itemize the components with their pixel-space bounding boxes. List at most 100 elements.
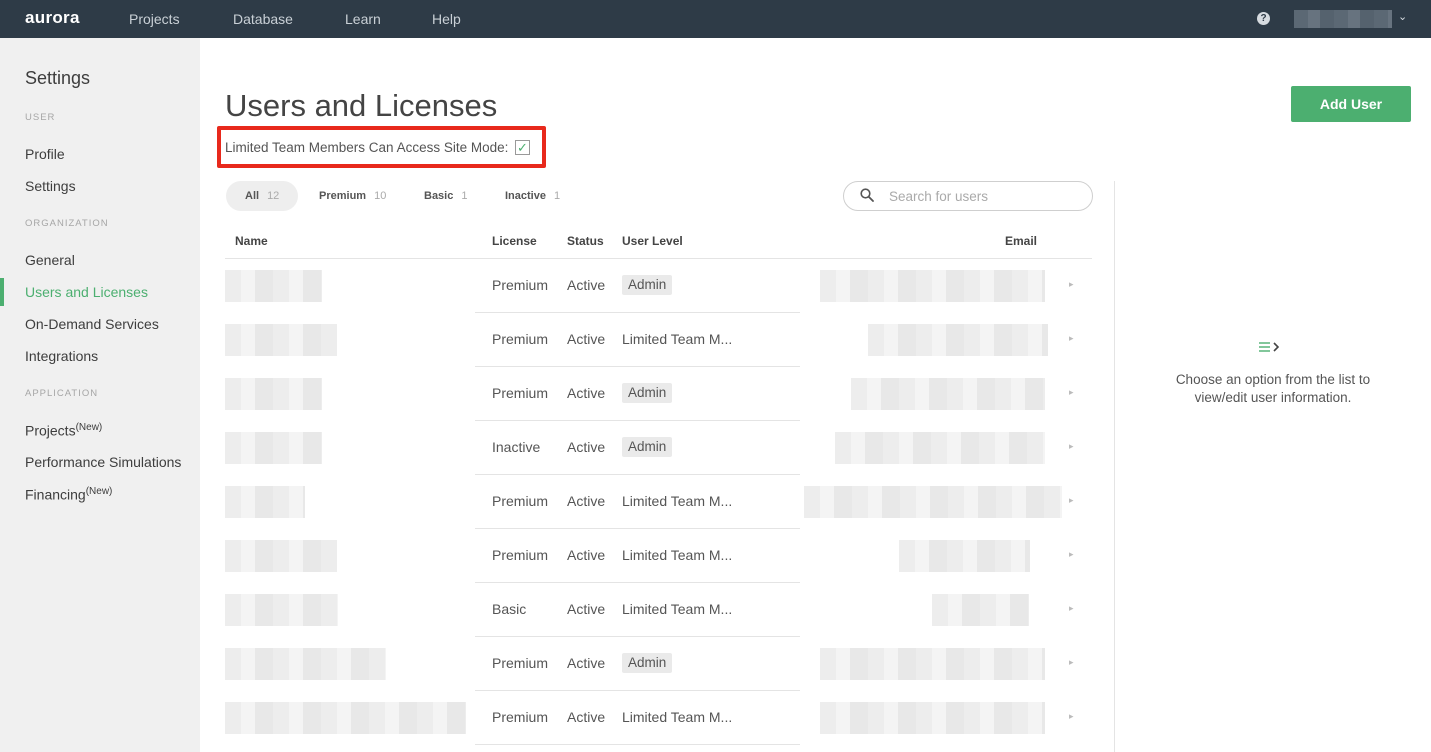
- row-divider: [475, 366, 800, 367]
- license-cell: Premium: [492, 277, 549, 293]
- row-chevron-icon: ▸: [1069, 603, 1074, 613]
- email-redacted: [804, 486, 1062, 518]
- page-title: Users and Licenses: [225, 88, 498, 123]
- column-header-email[interactable]: Email: [1005, 234, 1037, 248]
- column-header-license[interactable]: License: [492, 234, 537, 248]
- table-header-divider: [225, 258, 1092, 259]
- sidebar-item-projects-label: Projects: [25, 422, 76, 439]
- user-level-cell: Limited Team M...: [622, 493, 733, 509]
- user-level-cell: Limited Team M...: [622, 709, 733, 725]
- license-cell: Premium: [492, 547, 549, 563]
- row-chevron-icon: ▸: [1069, 711, 1074, 721]
- row-chevron-icon: ▸: [1069, 279, 1074, 289]
- sidebar-item-general[interactable]: General: [25, 252, 75, 268]
- filter-tab-all[interactable]: All 12: [226, 181, 299, 211]
- filter-tab-premium[interactable]: Premium 10: [300, 181, 405, 211]
- status-cell: Active: [567, 655, 606, 671]
- filter-tab-basic[interactable]: Basic 1: [405, 181, 486, 211]
- license-cell: Premium: [492, 385, 549, 401]
- row-chevron-icon: ▸: [1069, 387, 1074, 397]
- user-name-redacted: [225, 486, 305, 518]
- row-divider: [475, 690, 800, 691]
- row-divider: [475, 582, 800, 583]
- sidebar-section-application: APPLICATION: [25, 388, 99, 399]
- sidebar-item-settings[interactable]: Settings: [25, 178, 76, 194]
- user-level-badge: Admin: [622, 275, 673, 295]
- sidebar-item-on-demand-services[interactable]: On-Demand Services: [25, 316, 159, 332]
- column-header-name[interactable]: Name: [235, 234, 268, 248]
- row-chevron-icon: ▸: [1069, 657, 1074, 667]
- user-name-redacted: [225, 324, 337, 356]
- license-cell: Premium: [492, 331, 549, 347]
- nav-learn[interactable]: Learn: [345, 11, 381, 27]
- row-divider: [475, 474, 800, 475]
- filter-tab-label: All: [245, 190, 260, 202]
- sidebar-section-user: USER: [25, 112, 56, 123]
- search-input[interactable]: [889, 187, 1079, 205]
- sidebar-item-profile[interactable]: Profile: [25, 146, 65, 162]
- filter-tab-label: Inactive: [505, 190, 546, 202]
- nav-projects[interactable]: Projects: [129, 11, 180, 27]
- sidebar-item-users-licenses[interactable]: Users and Licenses: [25, 284, 148, 300]
- user-name-redacted: [225, 702, 466, 734]
- column-header-user-level[interactable]: User Level: [622, 234, 683, 248]
- license-cell: Premium: [492, 493, 549, 509]
- sidebar-item-performance-simulations[interactable]: Performance Simulations: [25, 454, 181, 470]
- user-level-cell: Limited Team M...: [622, 331, 733, 347]
- right-panel-divider: [1114, 181, 1115, 752]
- email-redacted: [899, 540, 1030, 572]
- user-level-badge: Admin: [622, 383, 673, 403]
- nav-database[interactable]: Database: [233, 11, 293, 27]
- add-user-button[interactable]: Add User: [1291, 86, 1411, 122]
- site-mode-label: Limited Team Members Can Access Site Mod…: [225, 140, 509, 155]
- checkmark-icon: ✓: [517, 140, 528, 155]
- search-icon: [860, 188, 874, 202]
- aurora-logo[interactable]: aurora: [25, 8, 80, 28]
- filter-tab-count: 1: [553, 190, 561, 202]
- row-divider: [475, 636, 800, 637]
- new-tag: (New): [75, 422, 103, 433]
- license-cell: Premium: [492, 709, 549, 725]
- status-cell: Active: [567, 709, 606, 725]
- nav-help[interactable]: Help: [432, 11, 461, 27]
- status-cell: Active: [567, 439, 606, 455]
- sidebar-item-projects[interactable]: Projects(New): [25, 422, 102, 439]
- user-name-redacted: [225, 378, 322, 410]
- search-box[interactable]: [843, 181, 1093, 211]
- row-divider: [475, 528, 800, 529]
- user-level-badge: Admin: [622, 437, 673, 457]
- row-chevron-icon: ▸: [1069, 441, 1074, 451]
- email-redacted: [851, 378, 1045, 410]
- email-redacted: [835, 432, 1045, 464]
- user-level-cell: Limited Team M...: [622, 547, 733, 563]
- sidebar-section-organization: ORGANIZATION: [25, 218, 109, 229]
- sidebar-item-integrations[interactable]: Integrations: [25, 348, 98, 364]
- filter-tab-count: 1: [461, 190, 468, 202]
- user-level-badge: Admin: [622, 653, 673, 673]
- sidebar-item-financing[interactable]: Financing(New): [25, 486, 112, 503]
- license-cell: Basic: [492, 601, 527, 617]
- filter-tab-label: Basic: [424, 190, 454, 202]
- email-redacted: [868, 324, 1048, 356]
- filter-tab-inactive[interactable]: Inactive 1: [486, 181, 579, 211]
- user-name-redacted: [225, 270, 322, 302]
- row-chevron-icon: ▸: [1069, 495, 1074, 505]
- new-tag: (New): [85, 486, 113, 497]
- row-divider: [475, 312, 800, 313]
- question-circle-icon[interactable]: ?: [1257, 12, 1270, 25]
- email-redacted: [820, 648, 1045, 680]
- sidebar-item-financing-label: Financing: [25, 486, 86, 503]
- filter-tab-label: Premium: [319, 190, 367, 202]
- chevron-down-icon[interactable]: ⌄: [1398, 10, 1407, 23]
- status-cell: Active: [567, 385, 606, 401]
- row-chevron-icon: ▸: [1069, 333, 1074, 343]
- user-menu-name[interactable]: [1294, 10, 1392, 28]
- sidebar-active-indicator: [0, 278, 4, 306]
- sidebar-title: Settings: [25, 68, 91, 88]
- row-divider: [475, 744, 800, 745]
- site-mode-checkbox[interactable]: ✓: [515, 140, 530, 155]
- status-cell: Active: [567, 277, 606, 293]
- column-header-status[interactable]: Status: [567, 234, 604, 248]
- list-arrow-icon: [1259, 342, 1280, 352]
- filter-tab-count: 10: [374, 190, 387, 202]
